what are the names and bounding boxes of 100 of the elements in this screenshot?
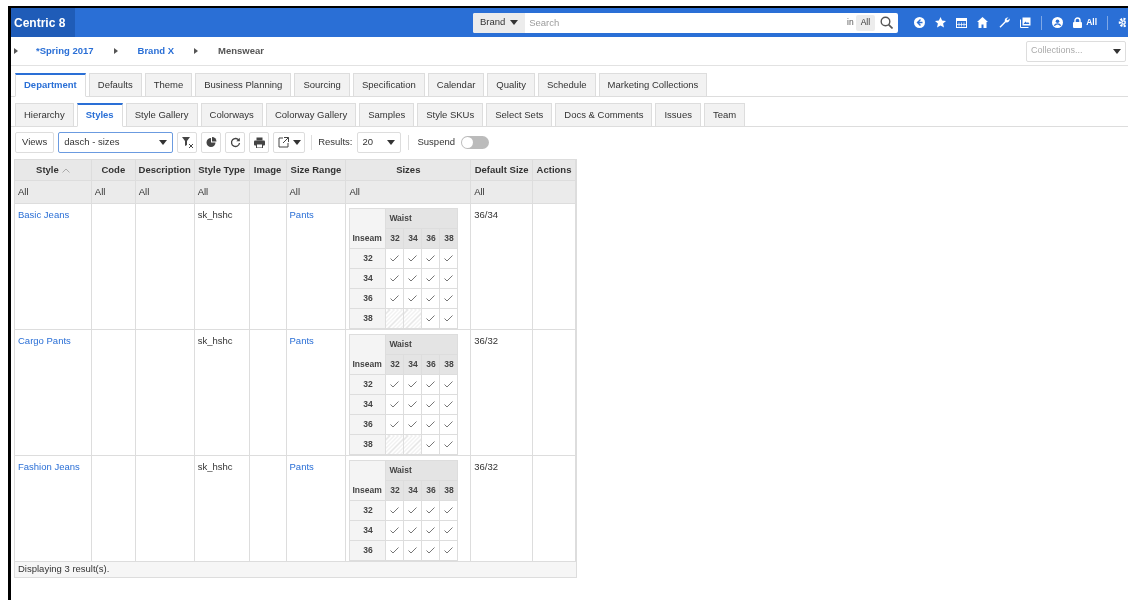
column-header[interactable]: Size Range [290, 162, 342, 178]
column-header[interactable]: Default Size [474, 162, 529, 178]
tab[interactable]: Style Gallery [125, 103, 198, 127]
column-header[interactable]: Actions [536, 162, 572, 178]
size-grid-header: 36 [349, 540, 386, 561]
results-label: Results: [318, 135, 353, 150]
tab[interactable]: Colorway Gallery [265, 103, 357, 127]
search-icon [880, 16, 894, 29]
size-range-link[interactable]: Pants [289, 461, 314, 472]
size-grid-header: Waist [385, 460, 458, 481]
suspend-label: Suspend [417, 135, 455, 150]
style-link[interactable]: Fashion Jeans [18, 461, 80, 472]
export-button[interactable] [273, 132, 306, 153]
clear-filter-button[interactable] [177, 132, 198, 153]
column-header[interactable]: Code [101, 162, 126, 178]
refresh-icon [229, 137, 241, 148]
breadcrumb-current: Menswear [218, 43, 264, 58]
user-icon[interactable] [1052, 17, 1064, 28]
gallery-icon[interactable] [1020, 17, 1032, 28]
column-header[interactable]: Style Type [198, 162, 246, 178]
chart-button[interactable] [201, 132, 222, 153]
table-cell: 36/32 [474, 335, 498, 346]
results-count: Displaying 3 result(s). [14, 562, 577, 578]
tab[interactable]: Hierarchy [15, 103, 74, 127]
calendar-icon[interactable] [956, 17, 968, 28]
table-cell: 36/34 [474, 209, 498, 220]
size-range-link[interactable]: Pants [289, 335, 314, 346]
lock-scope-label[interactable]: All [1086, 16, 1097, 29]
views-button[interactable]: Views [15, 132, 55, 153]
suspend-toggle[interactable] [461, 136, 489, 149]
size-grid-header: 32 [349, 374, 386, 395]
column-header[interactable]: Description [138, 162, 191, 178]
tab[interactable]: Quality [487, 73, 535, 97]
tab[interactable]: Samples [359, 103, 415, 127]
home-icon[interactable] [977, 17, 990, 28]
scope-all-button[interactable]: All [855, 14, 876, 31]
column-filter[interactable]: All [349, 184, 360, 200]
tab[interactable]: Issues [655, 103, 701, 127]
size-grid-header: 38 [349, 308, 386, 329]
tab[interactable]: Schedule [537, 73, 596, 97]
caret-icon [386, 140, 395, 145]
tab[interactable]: Defaults [88, 73, 142, 97]
breadcrumb-link[interactable]: Brand X [137, 43, 174, 59]
column-filter[interactable]: All [18, 184, 29, 200]
search-field[interactable]: Brand Search in All [473, 12, 899, 33]
size-grid-header: 32 [349, 500, 386, 521]
table-cell: 36/32 [474, 461, 498, 472]
in-label: in [847, 16, 854, 29]
clear-filter-icon [181, 137, 193, 148]
sort-ascending-icon [61, 167, 70, 173]
wrench-icon[interactable] [999, 17, 1011, 28]
tab[interactable]: Select Sets [486, 103, 553, 127]
size-range-link[interactable]: Pants [289, 209, 314, 220]
print-button[interactable] [249, 132, 270, 153]
tab[interactable]: Team [703, 103, 746, 127]
caret-icon [1113, 48, 1121, 54]
column-filter[interactable]: All [197, 184, 209, 200]
column-filter[interactable]: All [289, 184, 301, 200]
column-header[interactable]: Sizes [396, 162, 421, 178]
size-grid-header: Waist [385, 334, 458, 355]
settings-icon[interactable] [1118, 17, 1126, 28]
caret-right-icon [194, 48, 198, 54]
chart-icon [205, 137, 217, 148]
refresh-button[interactable] [225, 132, 246, 153]
caret-right-icon [14, 48, 18, 54]
lock-icon [1073, 17, 1083, 28]
style-link[interactable]: Basic Jeans [18, 209, 70, 220]
tab[interactable]: Department [15, 73, 86, 97]
size-grid-header: 36 [349, 288, 386, 309]
tab[interactable]: Style SKUs [417, 103, 484, 127]
tab[interactable]: Docs & Comments [555, 103, 653, 127]
tab[interactable]: Business Planning [195, 73, 292, 97]
tab[interactable]: Colorways [200, 103, 263, 127]
back-icon[interactable] [914, 17, 926, 28]
tab[interactable]: Styles [76, 103, 123, 127]
size-grid-header: 34 [349, 394, 386, 415]
column-header[interactable]: Style [36, 162, 59, 178]
column-filter[interactable]: All [474, 184, 485, 200]
column-filter[interactable]: All [94, 184, 106, 200]
breadcrumb-link[interactable]: *Spring 2017 [36, 43, 94, 59]
view-dropdown[interactable]: dasch - sizes [58, 132, 174, 153]
scope-dropdown[interactable]: Brand [473, 12, 526, 33]
column-filter[interactable]: All [138, 184, 150, 200]
results-dropdown[interactable]: 20 [356, 132, 401, 153]
size-grid-header: Waist [385, 208, 458, 229]
size-grid-header: Inseam [349, 354, 386, 375]
column-header[interactable]: Image [253, 162, 282, 178]
size-grid-header: 34 [349, 268, 386, 289]
tab[interactable]: Calendar [427, 73, 485, 97]
print-icon [253, 137, 265, 148]
size-grid-header: 38 [349, 434, 386, 455]
size-grid-header: 36 [349, 414, 386, 435]
tab[interactable]: Theme [144, 73, 193, 97]
tab[interactable]: Sourcing [294, 73, 350, 97]
app-logo: Centric 8 [11, 8, 75, 37]
star-icon[interactable] [935, 17, 947, 28]
tab[interactable]: Specification [352, 73, 425, 97]
style-link[interactable]: Cargo Pants [18, 335, 71, 346]
size-grid-header: Inseam [349, 480, 386, 501]
tab[interactable]: Marketing Collections [598, 73, 708, 97]
